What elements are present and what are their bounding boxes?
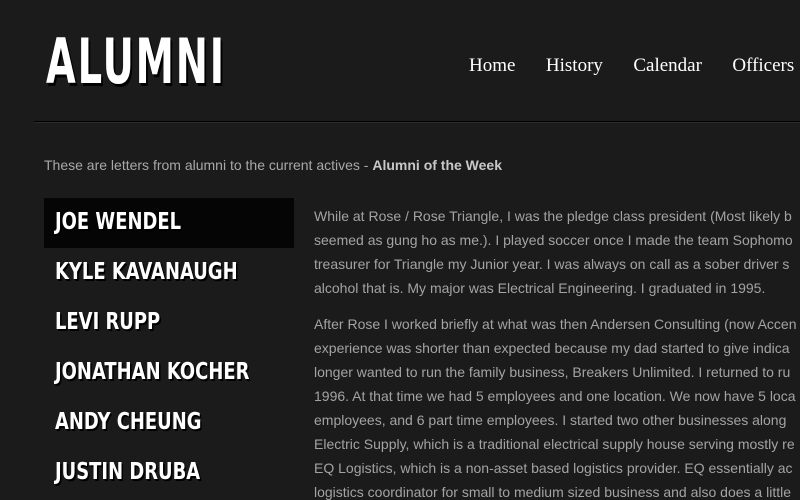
alumni-name: JUSTIN DRUBA: [55, 459, 201, 485]
letter-line: Electric Supply, which is a traditional …: [314, 436, 795, 452]
alumni-list: JOE WENDEL KYLE KAVANAUGH LEVI RUPP JONA…: [44, 198, 294, 498]
site-header: ALUMNI Home History Calendar Officers: [0, 0, 800, 122]
page: ALUMNI Home History Calendar Officers Th…: [0, 0, 800, 500]
nav-officers-link[interactable]: Officers: [732, 54, 794, 78]
letter-content: While at Rose / Rose Triangle, I was the…: [314, 204, 800, 500]
header-divider: [34, 121, 800, 123]
letter-line: longer wanted to run the family business…: [314, 364, 791, 380]
letter-line: experience was shorter than expected bec…: [314, 340, 790, 356]
alumni-name: LEVI RUPP: [55, 309, 161, 335]
main-nav: Home History Calendar Officers: [469, 54, 800, 78]
nav-history-link[interactable]: History: [546, 54, 603, 78]
site-logo[interactable]: ALUMNI: [46, 22, 226, 102]
alumni-of-week-link[interactable]: Alumni of the Week: [372, 157, 502, 173]
alumni-name: JOE WENDEL: [55, 209, 182, 235]
letter-line: logistics coordinator for small to mediu…: [314, 484, 792, 500]
alumni-name: JONATHAN KOCHER: [55, 359, 250, 385]
alumni-name: KYLE KAVANAUGH: [55, 259, 238, 285]
alumni-item-levi-rupp[interactable]: LEVI RUPP: [44, 298, 294, 348]
letter-line: 1996. At that time we had 5 employees an…: [314, 388, 796, 404]
letter-line: treasurer for Triangle my Junior year. I…: [314, 256, 790, 272]
letter-line: After Rose I worked briefly at what was …: [314, 316, 797, 332]
letter-paragraph-1: While at Rose / Rose Triangle, I was the…: [314, 204, 800, 300]
letter-line: alcohol that is. My major was Electrical…: [314, 280, 766, 296]
letter-line: While at Rose / Rose Triangle, I was the…: [314, 208, 792, 224]
nav-calendar-link[interactable]: Calendar: [633, 54, 702, 78]
intro-text: These are letters from alumni to the cur…: [44, 157, 502, 173]
nav-home-link[interactable]: Home: [469, 54, 515, 78]
letter-line: seemed as gung ho as me.). I played socc…: [314, 232, 793, 248]
alumni-item-jonathan-kocher[interactable]: JONATHAN KOCHER: [44, 348, 294, 398]
alumni-name: ANDY CHEUNG: [55, 409, 202, 435]
letter-line: employees, and 6 part time employees. I …: [314, 412, 787, 428]
letter-paragraph-2: After Rose I worked briefly at what was …: [314, 312, 800, 500]
alumni-item-kyle-kavanaugh[interactable]: KYLE KAVANAUGH: [44, 248, 294, 298]
alumni-item-justin-druba[interactable]: JUSTIN DRUBA: [44, 448, 294, 498]
alumni-item-andy-cheung[interactable]: ANDY CHEUNG: [44, 398, 294, 448]
letter-line: EQ Logistics, which is a non-asset based…: [314, 460, 793, 476]
alumni-item-joe-wendel[interactable]: JOE WENDEL: [44, 198, 294, 248]
intro-description: These are letters from alumni to the cur…: [44, 157, 373, 173]
